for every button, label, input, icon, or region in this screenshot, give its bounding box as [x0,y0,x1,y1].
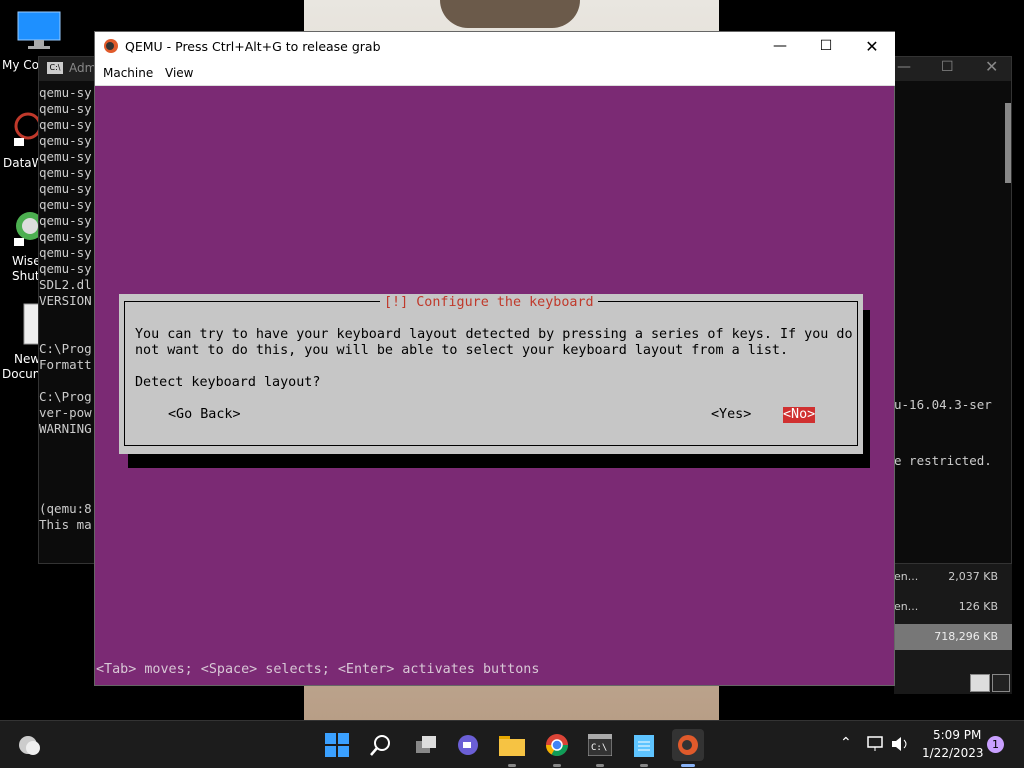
cmd-line: (qemu:8 [39,501,92,516]
cmd-line: ver-pow [39,405,92,420]
cmd-title: Adm [69,61,97,75]
file-size: 2,037 KB [948,570,998,583]
wallpaper-figure [440,0,580,28]
cmd-line: qemu-sy [39,181,92,196]
desktop-icon-label: My Co [2,58,39,72]
cmd-line [39,485,92,501]
cmd-line: qemu-sy [39,85,92,100]
dataw-icon [14,112,42,146]
document-icon [23,303,41,345]
details-view-icon[interactable] [970,674,990,692]
close-icon[interactable]: ✕ [985,57,998,76]
cmd-line: This ma [39,517,92,532]
file-explorer-icon[interactable] [496,729,528,767]
file-explorer-fragment: en... 2,037 KB en... 126 KB 718,296 KB [894,564,1012,694]
cmd-line: qemu-sy [39,245,92,260]
active-indicator [681,764,695,767]
installer-status-line: <Tab> moves; <Space> selects; <Enter> ac… [96,662,540,677]
cmd-line: C:\Prog [39,341,92,356]
menu-machine[interactable]: Machine [103,66,153,80]
svg-text:C:\: C:\ [591,743,607,753]
cmd-line [39,453,92,469]
file-name: en... [894,600,919,613]
cmd-line: SDL2.dl [39,277,92,292]
yes-button[interactable]: <Yes> [711,407,751,423]
file-size: 126 KB [958,600,998,613]
network-icon[interactable] [866,735,886,753]
qemu-title: QEMU - Press Ctrl+Alt+G to release grab [125,39,381,54]
cmd-line [39,325,92,341]
wise-shutdown-icon [14,212,44,246]
go-back-button[interactable]: <Go Back> [168,407,241,423]
clock-time[interactable]: 5:09 PM [933,728,981,742]
file-row-selected[interactable]: 718,296 KB [894,624,1012,650]
qemu-title-bar[interactable]: QEMU - Press Ctrl+Alt+G to release grab … [95,32,895,60]
file-name: en... [894,570,919,583]
cmd-line: qemu-sy [39,101,92,116]
minimize-button[interactable]: — [757,32,803,60]
cmd-line: u-16.04.3-ser [894,397,992,412]
close-button[interactable]: ✕ [849,32,895,60]
no-button[interactable]: <No> [783,407,816,423]
cmd-line: qemu-sy [39,117,92,132]
tiles-view-icon[interactable] [992,674,1010,692]
dialog-text-line-1: You can try to have your keyboard layout… [135,327,853,342]
cmd-line: qemu-sy [39,133,92,148]
running-indicator [640,764,648,767]
cmd-line: qemu-sy [39,229,92,244]
cmd-line [39,309,92,325]
cmd-output: qemu-sy qemu-sy qemu-sy qemu-sy qemu-sy qemu-… [39,85,92,533]
cmd-line: qemu-sy [39,197,92,212]
clock-date[interactable]: 1/22/2023 [922,746,984,760]
volume-icon[interactable] [890,735,912,753]
search-icon[interactable] [365,729,397,761]
start-icon[interactable] [321,729,353,761]
desktop-icon-label: New [14,352,41,366]
cmd-line: qemu-sy [39,261,92,276]
dialog-question: Detect keyboard layout? [135,375,321,390]
menu-view[interactable]: View [165,66,193,80]
qemu-menu-bar: Machine View [95,60,895,86]
notification-badge[interactable]: 1 [987,736,1004,753]
running-indicator [596,764,604,767]
notepad-icon[interactable] [628,729,660,767]
cmd-line: qemu-sy [39,165,92,180]
scrollbar-thumb[interactable] [1005,103,1011,183]
cmd-output-right: u-16.04.3-ser e restricted. [894,397,992,468]
monitor-icon [17,11,61,49]
desktop-icon-label: Wise [12,254,41,268]
cmd-line: e restricted. [894,453,992,468]
qemu-taskbar-icon[interactable] [672,729,704,767]
cmd-line [39,373,92,389]
cmd-line [39,437,92,453]
chat-icon[interactable] [452,729,484,761]
chrome-icon[interactable] [541,729,573,767]
qemu-icon [104,39,118,53]
dialog-title: [!] Configure the keyboard [380,295,598,311]
file-row[interactable]: en... 2,037 KB [894,564,1012,590]
dialog-frame [124,301,858,446]
file-row[interactable]: en... 126 KB [894,594,1012,620]
file-size: 718,296 KB [934,630,998,643]
cmd-line: VERSION [39,293,92,308]
chevron-up-icon[interactable]: ⌃ [840,735,852,751]
cmd-line: qemu-sy [39,213,92,228]
dialog-text-line-2: not want to do this, you will be able to… [135,343,789,358]
maximize-icon[interactable]: ☐ [941,59,954,75]
cmd-line: Formatt [39,357,92,372]
weather-icon[interactable] [16,733,42,757]
cmd-line: C:\Prog [39,389,92,404]
running-indicator [508,764,516,767]
cmd-line: WARNING [39,421,92,436]
maximize-button[interactable]: ☐ [803,32,849,60]
minimize-icon[interactable]: — [897,59,911,75]
configure-keyboard-dialog: [!] Configure the keyboard You can try t… [119,294,863,454]
task-view-icon[interactable] [410,729,442,761]
cmd-line [39,469,92,485]
terminal-icon[interactable]: C:\ [584,729,616,767]
cmd-icon: C:\ [47,62,63,74]
cmd-line: qemu-sy [39,149,92,164]
taskbar: C:\ ⌃ 5:09 PM 1/22/2023 1 [0,720,1024,768]
running-indicator [553,764,561,767]
